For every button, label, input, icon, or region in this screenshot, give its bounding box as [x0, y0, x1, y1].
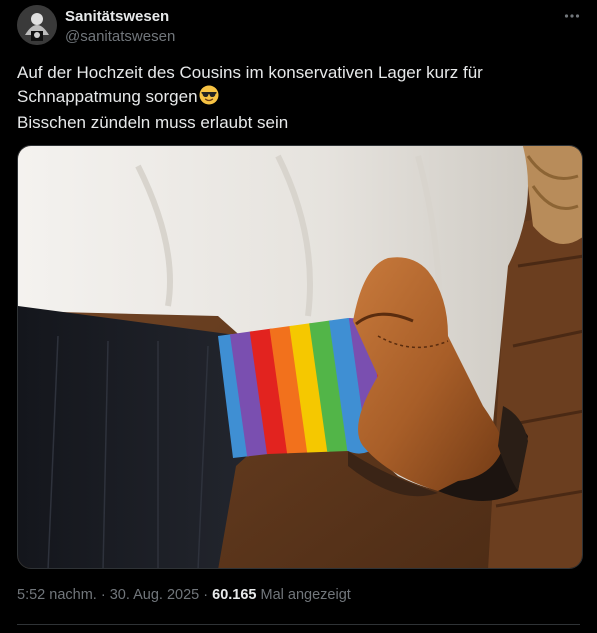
divider: [17, 624, 580, 625]
tweet-text-line-2: Schnappatmung sorgen: [17, 85, 582, 112]
views-label: Mal angezeigt: [260, 587, 351, 603]
tweet-text-line-3: Bisschen zündeln muss erlaubt sein: [17, 113, 289, 132]
meta-separator-2: ·: [203, 587, 209, 603]
tweet-text-line-1: Auf der Hochzeit des Cousins im konserva…: [17, 63, 483, 82]
photo-rainbow-sock-shoe: [18, 146, 582, 568]
meta-separator-1: ·: [100, 587, 106, 603]
author-display-name[interactable]: Sanitätswesen: [65, 8, 169, 25]
tweet-text: Auf der Hochzeit des Cousins im konserva…: [17, 61, 582, 135]
tweet-time[interactable]: 5:52 nachm.: [17, 587, 97, 603]
tweet-date[interactable]: 30. Aug. 2025: [110, 587, 200, 603]
more-options-button[interactable]: [559, 6, 585, 26]
views-count: 60.165: [212, 587, 257, 603]
tweet-photo[interactable]: [17, 145, 583, 569]
avatar[interactable]: [17, 5, 57, 45]
tweet-metadata: 5:52 nachm. · 30. Aug. 2025 · 60.165 Mal…: [17, 587, 351, 603]
sunglasses-emoji-icon: [199, 85, 219, 112]
tweet-card: Sanitätswesen @sanitatswesen Auf der Hoc…: [0, 0, 597, 633]
avatar-icon: [17, 5, 57, 45]
author-handle[interactable]: @sanitatswesen: [65, 28, 175, 45]
more-horizontal-icon: [564, 14, 580, 18]
tweet-text-line-2-text: Schnappatmung sorgen: [17, 86, 198, 106]
